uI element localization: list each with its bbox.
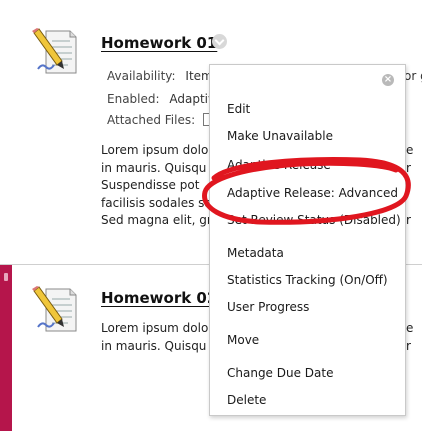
description-tail: r xyxy=(406,160,411,175)
menu-item-delete[interactable]: Delete xyxy=(227,393,266,407)
item-description-tail: e r r xyxy=(406,142,422,230)
drag-handle-bar[interactable] xyxy=(0,265,12,431)
description-tail: e xyxy=(406,143,414,157)
description-line: facilisis sodales sa xyxy=(101,195,209,210)
description-tail xyxy=(406,177,422,195)
enabled-label: Enabled: xyxy=(107,92,160,106)
description-tail: r xyxy=(406,338,411,353)
menu-item-statistics-tracking[interactable]: Statistics Tracking (On/Off) xyxy=(227,273,388,287)
description-tail: e xyxy=(406,321,414,335)
menu-item-move[interactable]: Move xyxy=(227,333,259,347)
menu-item-user-progress[interactable]: User Progress xyxy=(227,300,309,314)
menu-item-change-due-date[interactable]: Change Due Date xyxy=(227,366,333,380)
enabled-row: Enabled: Adaptiv xyxy=(107,92,215,106)
availability-row: Availability: Item xyxy=(107,69,213,83)
attached-files-row: Attached Files: xyxy=(107,113,212,127)
menu-item-adaptive-release-advanced[interactable]: Adaptive Release: Advanced xyxy=(227,186,398,200)
chevron-down-icon[interactable] xyxy=(212,34,227,49)
item-description-tail: e r xyxy=(406,320,422,355)
description-line: Lorem ipsum dolo xyxy=(101,143,209,157)
description-line: Suspendisse pot xyxy=(101,178,200,192)
menu-item-set-review-status[interactable]: Set Review Status (Disabled) xyxy=(227,213,401,227)
menu-item-metadata[interactable]: Metadata xyxy=(227,246,284,260)
description-line: in mauris. Quisqu xyxy=(101,160,207,175)
description-line: in mauris. Quisqu xyxy=(101,338,207,353)
item-description: Lorem ipsum dolo in mauris. Quisqu xyxy=(101,320,209,355)
description-line: Sed magna elit, gr xyxy=(101,213,209,227)
menu-item-adaptive-release[interactable]: Adaptive Release xyxy=(227,158,331,172)
description-tail: r xyxy=(406,213,411,227)
description-tail xyxy=(406,195,422,213)
attached-files-label: Attached Files: xyxy=(107,113,196,127)
close-icon[interactable]: × xyxy=(382,74,394,86)
item-options-menu: × Edit Make Unavailable Adaptive Release… xyxy=(209,64,406,416)
availability-label: Availability: xyxy=(107,69,176,83)
assignment-pencil-icon xyxy=(32,28,77,74)
description-line: Lorem ipsum dolo xyxy=(101,321,209,335)
menu-item-make-unavailable[interactable]: Make Unavailable xyxy=(227,129,333,143)
drag-handle-icon[interactable] xyxy=(4,273,8,281)
item-title-link[interactable]: Homework 02 xyxy=(101,289,217,307)
item-description: Lorem ipsum dolo in mauris. Quisqu Suspe… xyxy=(101,142,209,230)
item-title-link[interactable]: Homework 01 xyxy=(101,34,217,52)
assignment-pencil-icon xyxy=(32,286,77,332)
menu-item-edit[interactable]: Edit xyxy=(227,102,250,116)
availability-tail: or g xyxy=(404,69,422,83)
